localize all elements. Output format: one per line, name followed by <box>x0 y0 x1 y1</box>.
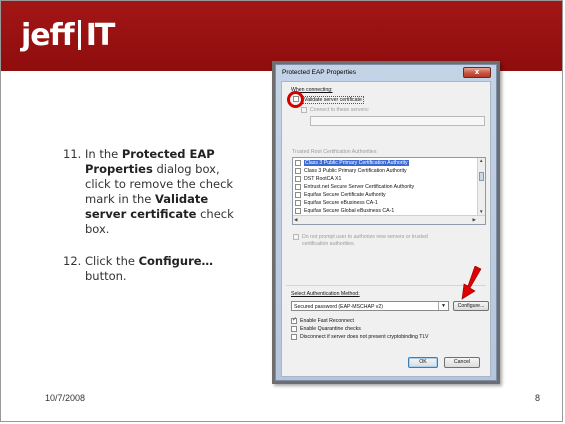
do-not-prompt-label-line1: Do not prompt user to authorize new serv… <box>302 234 428 240</box>
quarantine-label[interactable]: Enable Quarantine checks <box>300 326 361 332</box>
ok-button[interactable]: OK <box>408 357 438 368</box>
footer-date: 10/7/2008 <box>45 393 86 403</box>
auth-method-select[interactable]: Secured password (EAP-MSCHAP v2) ▼ <box>291 301 449 311</box>
fast-reconnect-checkbox[interactable] <box>291 316 297 324</box>
scroll-down-icon[interactable]: ▼ <box>479 209 483 214</box>
disconnect-crypto-label[interactable]: Disconnect if server does not present cr… <box>300 334 428 340</box>
list-item-label: Equifax Secure eBusiness CA-1 <box>304 200 378 206</box>
list-item-checkbox[interactable] <box>295 176 301 182</box>
list-item[interactable]: Equifax Secure Global eBusiness CA-1 <box>295 207 473 215</box>
list-item-label: Class 3 Public Primary Certification Aut… <box>304 160 409 166</box>
servers-input[interactable] <box>310 116 485 126</box>
fast-reconnect-label[interactable]: Enable Fast Reconnect <box>300 318 354 324</box>
step-text-part: In the <box>85 147 122 161</box>
step-number: 12. <box>63 254 82 268</box>
list-item[interactable]: DST RootCA X1 <box>295 175 473 183</box>
connect-to-servers-checkbox[interactable] <box>301 107 307 113</box>
step-12: 12. Click the Configure… button. <box>63 254 263 284</box>
list-item-label: DST RootCA X1 <box>304 176 342 182</box>
protected-eap-dialog: Protected EAP Properties x When connecti… <box>275 64 497 381</box>
do-not-prompt-label-line2: certification authorities. <box>302 241 356 247</box>
list-item[interactable]: Equifax Secure Certificate Authority <box>295 191 473 199</box>
configure-button[interactable]: Configure... <box>453 301 489 311</box>
disconnect-crypto-checkbox[interactable] <box>291 334 297 340</box>
page-number: 8 <box>534 393 540 403</box>
list-item-label: Equifax Secure Certificate Authority <box>304 192 386 198</box>
validate-server-cert-label[interactable]: Validate server certificate <box>302 96 364 104</box>
dialog-title: Protected EAP Properties <box>282 69 356 76</box>
list-item-checkbox[interactable] <box>295 168 301 174</box>
instruction-steps: 11. In the Protected EAP Properties dial… <box>63 147 263 301</box>
step-number: 11. <box>63 147 82 161</box>
list-item-label: Equifax Secure Global eBusiness CA-1 <box>304 208 395 214</box>
jeffit-logo: jeff IT <box>21 17 116 53</box>
quarantine-checkbox[interactable] <box>291 326 297 332</box>
dialog-screenshot: Protected EAP Properties x When connecti… <box>272 61 500 384</box>
list-item[interactable]: Equifax Secure eBusiness CA-1 <box>295 199 473 207</box>
list-item-checkbox[interactable] <box>295 200 301 206</box>
chevron-down-icon[interactable]: ▼ <box>438 302 448 310</box>
scroll-thumb[interactable] <box>479 172 484 181</box>
auth-method-value: Secured password (EAP-MSCHAP v2) <box>294 303 383 310</box>
scroll-up-icon[interactable]: ▲ <box>479 158 483 163</box>
dialog-body: When connecting: Validate server certifi… <box>281 81 491 377</box>
do-not-prompt-checkbox[interactable] <box>293 234 299 240</box>
cancel-button[interactable]: Cancel <box>444 357 480 368</box>
auth-method-label: Select Authentication Method: <box>291 291 360 297</box>
logo-separator <box>77 20 81 50</box>
list-item-label: Class 3 Public Primary Certification Aut… <box>304 168 407 174</box>
list-item[interactable]: Entrust.net Secure Server Certification … <box>295 183 473 191</box>
divider <box>286 285 486 286</box>
logo-accent-text: IT <box>85 17 116 53</box>
step-text-part: button. <box>85 269 127 283</box>
list-item[interactable]: Class 3 Public Primary Certification Aut… <box>295 159 473 167</box>
red-arrow-icon <box>461 266 482 300</box>
scroll-right-icon[interactable]: ▶ <box>473 217 476 223</box>
close-button[interactable]: x <box>463 67 491 78</box>
highlight-circle <box>287 91 304 108</box>
step-text: In the Protected EAP Properties dialog b… <box>85 147 235 237</box>
step-text-part: Click the <box>85 254 139 268</box>
trusted-root-list[interactable]: Class 3 Public Primary Certification Aut… <box>292 157 486 225</box>
list-item-checkbox[interactable] <box>295 184 301 190</box>
connect-to-servers-label: Connect to these servers: <box>310 107 370 113</box>
slide: jeff IT 11. In the Protected EAP Propert… <box>0 0 563 422</box>
list-item-label: Entrust.net Secure Server Certification … <box>304 184 415 190</box>
list-horizontal-scrollbar[interactable]: ◀ ▶ <box>293 215 485 224</box>
list-vertical-scrollbar[interactable]: ▲ ▼ <box>477 158 485 216</box>
list-item-checkbox[interactable] <box>295 192 301 198</box>
step-11: 11. In the Protected EAP Properties dial… <box>63 147 263 237</box>
step-bold-button: Configure… <box>138 254 214 268</box>
step-text: Click the Configure… button. <box>85 254 235 284</box>
trusted-root-label: Trusted Root Certification Authorities: <box>292 149 378 155</box>
scroll-left-icon[interactable]: ◀ <box>294 217 297 223</box>
list-item[interactable]: Class 3 Public Primary Certification Aut… <box>295 167 473 175</box>
list-item-checkbox[interactable] <box>295 160 301 166</box>
logo-main-text: jeff <box>21 17 75 53</box>
list-item-checkbox[interactable] <box>295 208 301 214</box>
